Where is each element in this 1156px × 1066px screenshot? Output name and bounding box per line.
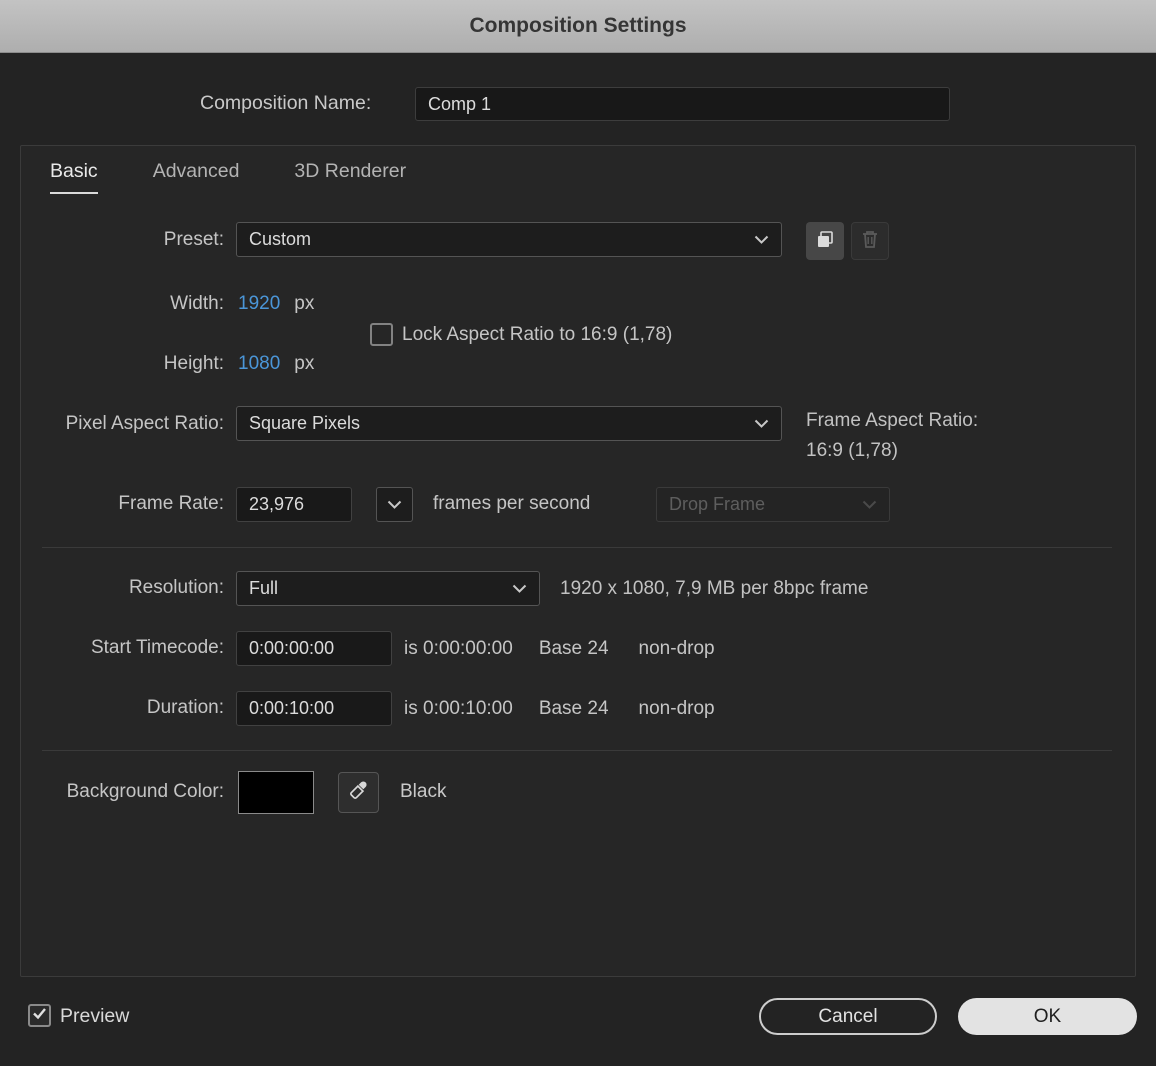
dialog-titlebar[interactable]: Composition Settings bbox=[0, 0, 1156, 53]
composition-name-input[interactable] bbox=[415, 87, 950, 121]
start-timecode-base-text: Base 24 bbox=[539, 638, 609, 660]
background-color-label: Background Color: bbox=[20, 781, 224, 803]
resolution-label: Resolution: bbox=[20, 577, 224, 599]
eyedropper-icon bbox=[348, 780, 369, 806]
save-preset-icon bbox=[815, 229, 835, 254]
frame-aspect-ratio-label: Frame Aspect Ratio: bbox=[806, 410, 978, 432]
height-label: Height: bbox=[20, 353, 224, 375]
pixel-aspect-ratio-label: Pixel Aspect Ratio: bbox=[20, 413, 224, 435]
dialog-title: Composition Settings bbox=[470, 14, 687, 38]
tab-basic[interactable]: Basic bbox=[50, 160, 98, 194]
background-color-name: Black bbox=[400, 781, 446, 803]
pixel-aspect-ratio-dropdown[interactable]: Square Pixels bbox=[236, 406, 782, 441]
lock-aspect-label[interactable]: Lock Aspect Ratio to 16:9 (1,78) bbox=[402, 324, 672, 346]
preset-dropdown[interactable]: Custom bbox=[236, 222, 782, 257]
background-color-swatch[interactable] bbox=[238, 771, 314, 814]
start-timecode-label: Start Timecode: bbox=[20, 637, 224, 659]
preview-label[interactable]: Preview bbox=[60, 1005, 129, 1028]
height-unit: px bbox=[294, 353, 314, 375]
cancel-button[interactable]: Cancel bbox=[759, 998, 937, 1035]
delete-preset-button[interactable] bbox=[851, 222, 889, 260]
duration-input[interactable] bbox=[236, 691, 392, 726]
settings-panel bbox=[20, 145, 1136, 977]
composition-name-label: Composition Name: bbox=[200, 92, 371, 115]
duration-base-text: Base 24 bbox=[539, 698, 609, 720]
preview-checkbox[interactable] bbox=[28, 1004, 51, 1027]
chevron-down-icon bbox=[512, 584, 527, 593]
trash-icon bbox=[861, 229, 879, 254]
frame-rate-dropdown-button[interactable] bbox=[376, 487, 413, 522]
preset-value: Custom bbox=[249, 229, 311, 250]
tab-3d-renderer[interactable]: 3D Renderer bbox=[294, 160, 406, 194]
section-divider bbox=[42, 750, 1112, 751]
preset-label: Preset: bbox=[20, 229, 224, 251]
width-unit: px bbox=[294, 293, 314, 315]
save-preset-button[interactable] bbox=[806, 222, 844, 260]
composition-settings-dialog: Composition Settings Composition Name: B… bbox=[0, 0, 1156, 1066]
resolution-value: Full bbox=[249, 578, 278, 599]
checkmark-icon bbox=[32, 1007, 47, 1025]
eyedropper-button[interactable] bbox=[338, 772, 379, 813]
tab-bar: Basic Advanced 3D Renderer bbox=[50, 160, 406, 194]
duration-drop-text: non-drop bbox=[639, 698, 715, 720]
resolution-info: 1920 x 1080, 7,9 MB per 8bpc frame bbox=[560, 578, 868, 600]
tab-advanced[interactable]: Advanced bbox=[153, 160, 240, 194]
drop-frame-value: Drop Frame bbox=[669, 494, 765, 515]
drop-frame-dropdown: Drop Frame bbox=[656, 487, 890, 522]
chevron-down-icon bbox=[754, 419, 769, 428]
frames-per-second-label: frames per second bbox=[433, 493, 590, 515]
pixel-aspect-ratio-value: Square Pixels bbox=[249, 413, 360, 434]
lock-aspect-checkbox[interactable] bbox=[370, 323, 393, 346]
start-timecode-input[interactable] bbox=[236, 631, 392, 666]
chevron-down-icon bbox=[387, 496, 402, 514]
start-timecode-is-text: is 0:00:00:00 bbox=[404, 638, 513, 660]
ok-button[interactable]: OK bbox=[958, 998, 1137, 1035]
height-value[interactable]: 1080 bbox=[238, 353, 280, 375]
frame-aspect-ratio-value: 16:9 (1,78) bbox=[806, 440, 898, 462]
frame-rate-input[interactable] bbox=[236, 487, 352, 522]
chevron-down-icon bbox=[754, 235, 769, 244]
duration-label: Duration: bbox=[20, 697, 224, 719]
ok-button-label: OK bbox=[1034, 1006, 1061, 1028]
chevron-down-icon bbox=[862, 500, 877, 509]
frame-rate-label: Frame Rate: bbox=[20, 493, 224, 515]
start-timecode-drop-text: non-drop bbox=[639, 638, 715, 660]
duration-is-text: is 0:00:10:00 bbox=[404, 698, 513, 720]
width-label: Width: bbox=[20, 293, 224, 315]
section-divider bbox=[42, 547, 1112, 548]
width-value[interactable]: 1920 bbox=[238, 293, 280, 315]
resolution-dropdown[interactable]: Full bbox=[236, 571, 540, 606]
cancel-button-label: Cancel bbox=[818, 1006, 877, 1028]
